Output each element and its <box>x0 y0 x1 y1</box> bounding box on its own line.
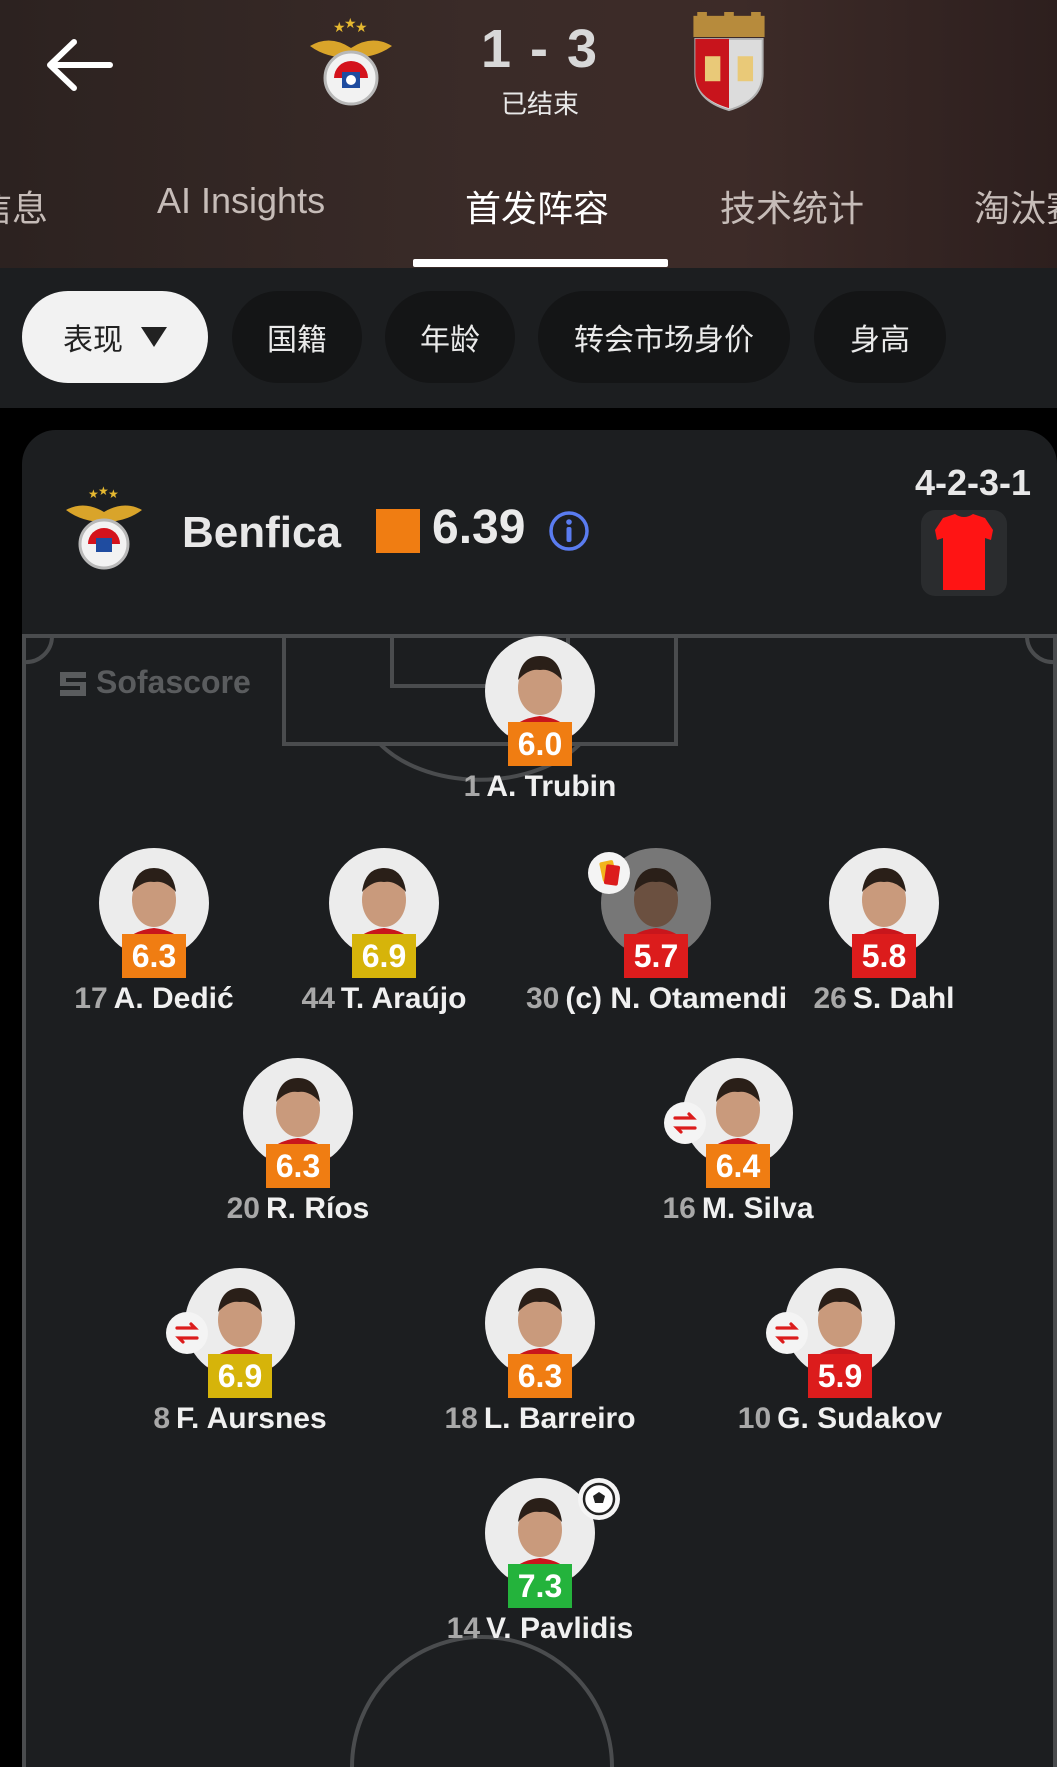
player-rating-badge: 6.3 <box>266 1144 330 1188</box>
player-number: 8 <box>153 1402 171 1435</box>
watermark-text: Sofascore <box>96 664 251 700</box>
player-name-label: 10 G. Sudakov <box>710 1402 970 1436</box>
sofascore-logo-icon <box>60 671 86 696</box>
player-rating-badge: 6.3 <box>122 934 186 978</box>
player-name-label: 8 F. Aursnes <box>110 1402 370 1436</box>
tab-statistics[interactable]: 技术统计 <box>720 180 864 232</box>
back-arrow-icon[interactable] <box>44 36 114 94</box>
filter-performance-dropdown[interactable]: 表现 <box>22 291 208 383</box>
player-name: S. Dahl <box>852 982 955 1015</box>
player-rating-badge: 6.3 <box>508 1354 572 1398</box>
sofascore-watermark: Sofascore <box>58 664 251 701</box>
tab-knockout[interactable]: 淘汰赛 <box>974 180 1057 232</box>
player-name-label: 30 (c) N. Otamendi <box>526 982 787 1016</box>
player-rating-badge: 5.8 <box>852 934 916 978</box>
team-average-rating: 6.39 <box>432 501 526 554</box>
player-name-label: 26 S. Dahl <box>754 982 1014 1016</box>
filter-performance-label: 表现 <box>63 324 123 357</box>
player-name: A. Trubin <box>486 770 617 803</box>
player-number: 16 <box>662 1192 696 1225</box>
player-rating-badge: 5.7 <box>624 934 688 978</box>
player-number: 14 <box>446 1612 481 1645</box>
filter-bar: 表现 国籍 年龄 转会市场身价 身高 <box>0 268 1057 408</box>
match-score: 1 - 3 <box>480 19 600 79</box>
benfica-crest-icon: ★ ★ ★ <box>66 484 142 570</box>
tab-bar: 信息 AI Insights 首发阵容 技术统计 淘汰赛 <box>0 160 1057 268</box>
player-name: T. Araújo <box>340 982 467 1015</box>
filter-height[interactable]: 身高 <box>814 291 946 383</box>
team-kit-button[interactable] <box>921 510 1007 596</box>
player-rating-badge: 6.9 <box>352 934 416 978</box>
jersey-icon <box>935 514 993 590</box>
player-name-label: 44 T. Araújo <box>254 982 514 1016</box>
substitution-icon <box>166 1312 208 1354</box>
svg-text:★: ★ <box>108 487 119 501</box>
player-number: 26 <box>813 982 847 1015</box>
player-rating-badge: 7.3 <box>508 1564 572 1608</box>
pitch: Sofascore 6.0 1 A. Trubin 6.3 17 A. Dedić 6.… <box>22 634 1057 1767</box>
player-rating-badge: 6.9 <box>208 1354 272 1398</box>
player-name-label: 18 L. Barreiro <box>410 1402 670 1436</box>
goal-ball-icon <box>578 1478 620 1520</box>
player-name: G. Sudakov <box>777 1402 943 1435</box>
substitution-icon <box>664 1102 706 1144</box>
player-number: 1 <box>463 770 481 803</box>
player-name-label: 1 A. Trubin <box>410 770 670 804</box>
filter-nationality[interactable]: 国籍 <box>232 291 362 383</box>
player-name: V. Pavlidis <box>486 1612 634 1645</box>
player-name: L. Barreiro <box>483 1402 636 1435</box>
team-name: Benfica <box>182 508 341 557</box>
player-name-label: 14 V. Pavlidis <box>410 1612 670 1646</box>
player-number: 30 <box>526 982 560 1015</box>
yellow-card-icon <box>588 852 630 894</box>
player-number: 18 <box>444 1402 478 1435</box>
player-number: 17 <box>74 982 108 1015</box>
player-rating-badge: 6.4 <box>706 1144 770 1188</box>
player-name: M. Silva <box>701 1192 814 1225</box>
player-name: R. Ríos <box>266 1192 370 1225</box>
filter-age[interactable]: 年龄 <box>385 291 515 383</box>
player-number: 10 <box>737 1402 772 1435</box>
player-number: 20 <box>226 1192 260 1225</box>
dropdown-caret-icon <box>141 327 167 347</box>
tab-ai-insights[interactable]: AI Insights <box>157 180 325 222</box>
player-name: F. Aursnes <box>176 1402 327 1435</box>
tab-lineups[interactable]: 首发阵容 <box>465 180 609 232</box>
player-name-label: 17 A. Dedić <box>24 982 284 1016</box>
player-name-label: 20 R. Ríos <box>168 1192 428 1226</box>
player-rating-badge: 5.9 <box>808 1354 872 1398</box>
match-status: 已结束 <box>500 89 579 119</box>
player-number: 44 <box>301 982 335 1015</box>
substitution-icon <box>766 1312 808 1354</box>
info-icon[interactable] <box>548 510 590 552</box>
lineup-card: ★ ★ ★ Benfica 6.39 4-2-3-1 Sofascore 6.0… <box>22 430 1057 1767</box>
filter-market-value[interactable]: 转会市场身价 <box>538 291 790 383</box>
player-rating-badge: 6.0 <box>508 722 572 766</box>
away-team-crest-icon[interactable] <box>684 12 774 112</box>
player-name: A. Dedić <box>113 982 234 1015</box>
match-header: ★ ★ ★ 1 - 3 已结束 信息 AI Insights 首发阵容 技术统计… <box>0 0 1057 268</box>
tab-info[interactable]: 信息 <box>0 180 48 232</box>
active-tab-indicator <box>413 259 668 267</box>
player-name-label: 16 M. Silva <box>608 1192 868 1226</box>
home-team-crest-icon[interactable]: ★ ★ ★ <box>306 14 396 114</box>
svg-text:★: ★ <box>355 19 368 35</box>
formation-label: 4-2-3-1 <box>914 462 1031 503</box>
team-rating-color-box <box>376 509 420 553</box>
